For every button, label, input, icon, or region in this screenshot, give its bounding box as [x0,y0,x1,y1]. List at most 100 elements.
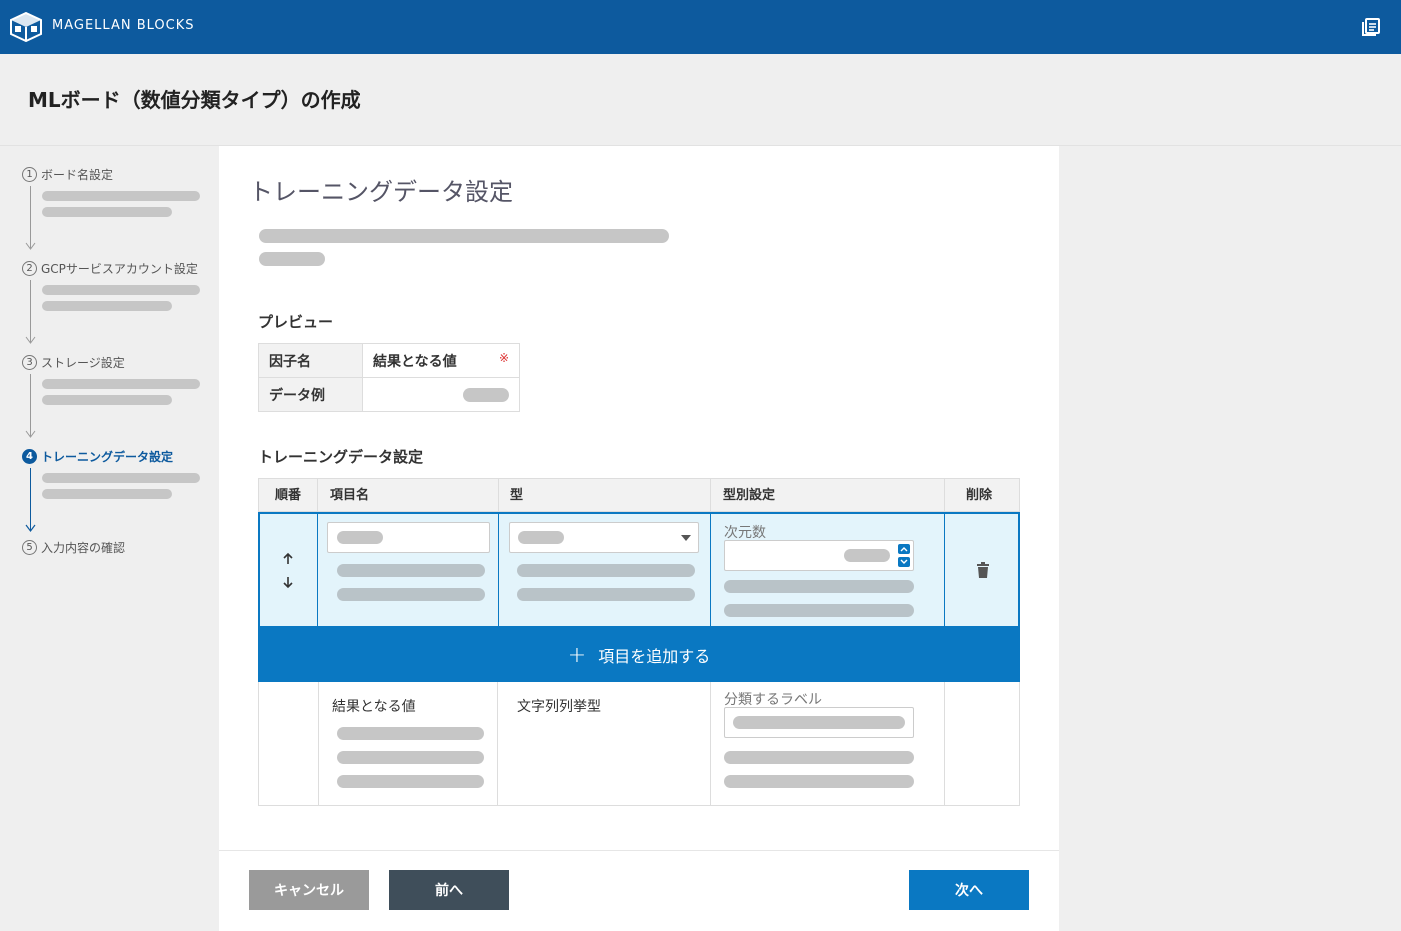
placeholder-line [42,207,172,217]
placeholder-line [517,564,695,577]
column-divider [710,514,711,626]
column-divider [944,682,945,805]
arrow-down-icon [25,242,36,250]
col-order: 順番 [275,488,302,503]
data-example-header: データ例 [258,377,363,412]
placeholder-line [42,301,172,311]
col-item-name: 項目名 [330,488,370,503]
placeholder-line [259,229,669,243]
placeholder-line [517,588,695,601]
arrow-down-icon [25,430,36,438]
placeholder-line [724,580,914,593]
placeholder-line [42,473,200,483]
placeholder-line [337,727,484,740]
step-1[interactable]: 1 ボード名設定 [22,166,113,183]
step-3[interactable]: 3 ストレージ設定 [22,354,125,371]
type-select[interactable] [509,522,699,553]
footer-divider [219,850,1059,851]
placeholder-line [42,285,200,295]
column-divider [710,478,711,512]
column-divider [944,478,945,512]
result-value-cell: 結果となる値 ※ [362,343,520,378]
step-number: 5 [22,540,37,555]
column-divider [498,514,499,626]
step-sidebar: 1 ボード名設定 2 GCPサービスアカウント設定 3 ストレージ設定 4 トレ… [0,146,219,931]
preview-heading: プレビュー [258,313,334,331]
column-divider [317,478,318,512]
required-mark: ※ [498,350,509,365]
step-label: ボード名設定 [41,168,114,182]
placeholder-pill [733,716,905,729]
placeholder-pill [463,387,509,402]
brand-name[interactable]: MAGELLAN BLOCKS [52,18,195,33]
result-type: 文字列列挙型 [517,699,601,715]
cube-logo-icon[interactable] [10,12,42,42]
placeholder-pill [337,531,383,544]
placeholder-pill [518,531,564,544]
cancel-button[interactable]: キャンセル [249,870,369,910]
step-connector [30,186,31,248]
dimension-label: 次元数 [724,525,766,541]
title-band: MLボード（数値分類タイプ）の作成 [0,54,1401,146]
result-item-name: 結果となる値 [332,699,416,715]
column-divider [498,478,499,512]
col-delete: 削除 [966,488,993,503]
dimension-stepper[interactable] [724,540,914,571]
step-connector [30,374,31,436]
factor-name-header: 因子名 [258,343,363,378]
trash-icon[interactable] [976,562,990,578]
placeholder-line [337,588,485,601]
stepper-up-icon[interactable] [898,544,910,554]
arrow-up-icon[interactable] [281,552,295,566]
placeholder-line [337,564,485,577]
placeholder-line [724,775,914,788]
placeholder-line [42,379,200,389]
step-number: 2 [22,261,37,276]
step-number: 3 [22,355,37,370]
arrow-down-icon[interactable] [281,575,295,589]
item-name-input[interactable] [327,522,490,553]
placeholder-line [724,604,914,617]
page-title: MLボード（数値分類タイプ）の作成 [28,88,361,112]
step-number: 1 [22,167,37,182]
stepper-down-icon[interactable] [898,557,910,567]
column-divider [710,682,711,805]
top-bar: MAGELLAN BLOCKS [0,0,1401,54]
preview-table: 因子名 結果となる値 ※ データ例 [258,343,520,412]
step-label: GCPサービスアカウント設定 [41,262,198,276]
step-number: 4 [22,449,37,464]
step-4-active[interactable]: 4 トレーニングデータ設定 [22,448,173,465]
plus-icon: + [567,642,587,668]
table-row-selected[interactable]: 次元数 [258,512,1020,628]
prev-button[interactable]: 前へ [389,870,509,910]
placeholder-line [42,395,172,405]
placeholder-line [259,252,325,266]
step-5[interactable]: 5 入力内容の確認 [22,539,125,556]
step-label: ストレージ設定 [41,356,125,370]
column-divider [944,514,945,626]
placeholder-line [42,191,200,201]
add-item-label: 項目を追加する [598,647,711,666]
placeholder-line [337,751,484,764]
chevron-down-icon [681,535,691,541]
step-label: トレーニングデータ設定 [41,450,174,464]
placeholder-line [42,489,172,499]
add-item-button[interactable]: + 項目を追加する [258,628,1020,682]
step-connector [30,468,31,530]
step-label: 入力内容の確認 [41,541,126,555]
documents-icon[interactable] [1361,17,1381,37]
arrow-down-icon [25,524,36,532]
col-type: 型 [510,488,524,503]
table-row-result: 結果となる値 文字列列挙型 分類するラベル [258,682,1020,806]
placeholder-pill [844,549,890,562]
step-2[interactable]: 2 GCPサービスアカウント設定 [22,260,198,277]
data-example-cell [362,377,520,412]
training-heading: トレーニングデータ設定 [258,448,424,466]
arrow-down-icon [25,336,36,344]
section-title: トレーニングデータ設定 [249,178,513,206]
classify-label-input[interactable] [724,707,914,738]
column-divider [317,514,318,626]
placeholder-line [724,751,914,764]
step-connector [30,280,31,342]
next-button[interactable]: 次へ [909,870,1029,910]
